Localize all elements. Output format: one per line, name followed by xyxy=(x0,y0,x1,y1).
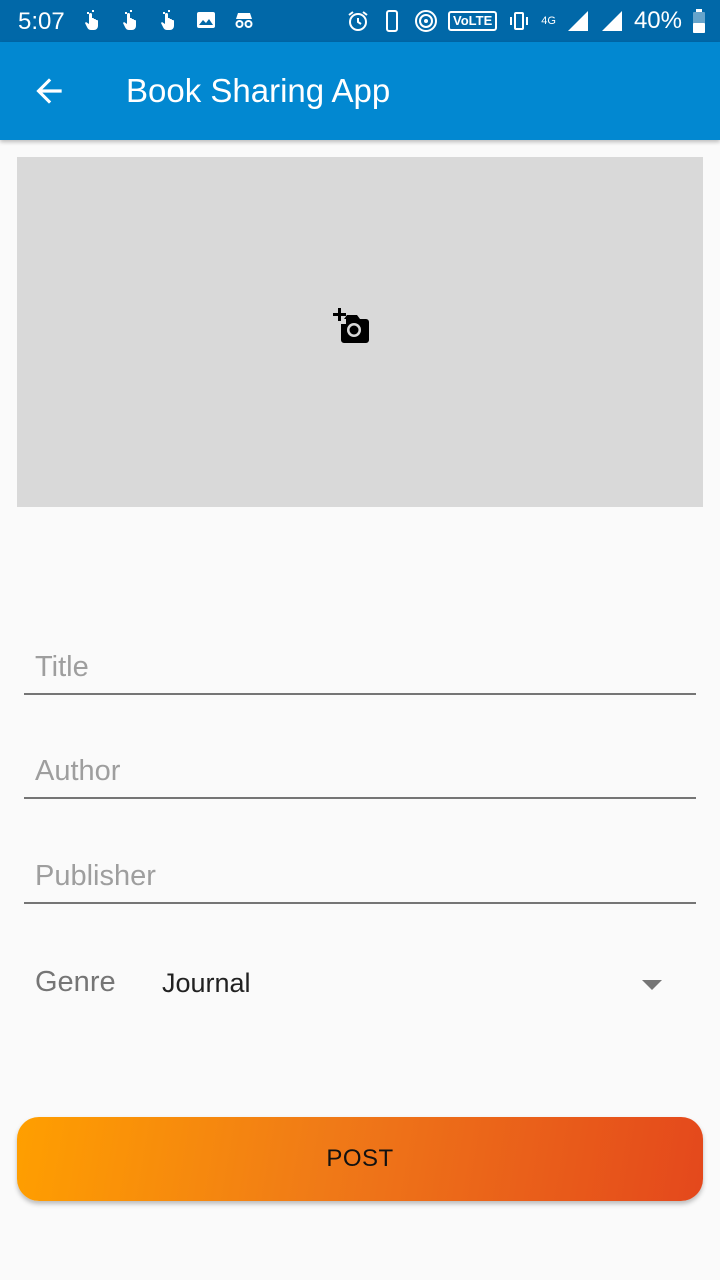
genre-label: Genre xyxy=(35,966,116,998)
publisher-input[interactable] xyxy=(24,844,696,902)
touch-icon xyxy=(161,10,174,31)
post-button[interactable]: POST xyxy=(17,1117,703,1201)
title-input[interactable] xyxy=(24,635,696,693)
status-time: 5:07 xyxy=(18,8,65,35)
page-title: Book Sharing App xyxy=(126,72,391,109)
incognito-icon xyxy=(235,13,253,28)
arrow-back-icon[interactable] xyxy=(30,72,68,110)
signal-icon xyxy=(601,11,622,31)
status-bar: 5:07 VoLTE 4G 40% xyxy=(0,0,720,42)
publisher-field[interactable] xyxy=(24,844,696,904)
vibrate-icon xyxy=(510,12,529,30)
battery-icon xyxy=(693,9,705,33)
genre-selected-value: Journal xyxy=(162,968,251,998)
volte-badge: VoLTE xyxy=(448,11,498,31)
system-icons: VoLTE 4G 40% xyxy=(346,7,706,35)
alarm-icon xyxy=(348,11,368,31)
signal-icon xyxy=(567,11,588,31)
image-icon xyxy=(197,12,215,28)
arrow-drop-down-icon xyxy=(642,980,662,990)
phone-icon xyxy=(386,10,399,32)
post-button-label: POST xyxy=(326,1145,394,1172)
title-field[interactable] xyxy=(24,635,696,695)
hotspot-icon xyxy=(415,10,438,32)
network-type: 4G xyxy=(541,15,556,27)
author-field[interactable] xyxy=(24,739,696,799)
notification-icons xyxy=(80,8,256,32)
add-a-photo-icon[interactable] xyxy=(333,308,373,344)
battery-percent: 40% xyxy=(633,7,682,34)
app-bar: Book Sharing App xyxy=(0,42,720,140)
genre-dropdown[interactable]: Journal xyxy=(162,956,676,1012)
touch-icon xyxy=(85,10,98,31)
author-input[interactable] xyxy=(24,739,696,797)
touch-icon xyxy=(123,10,136,31)
